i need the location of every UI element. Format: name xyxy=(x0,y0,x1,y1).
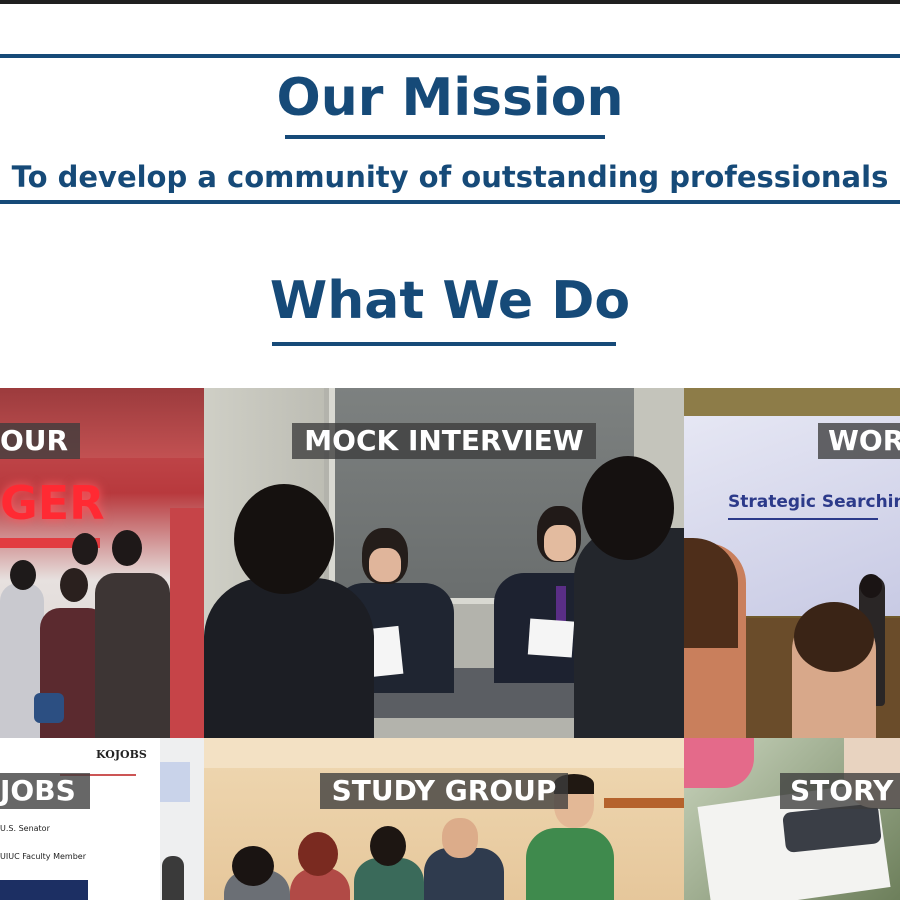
doc-line-1: U.S. Senator xyxy=(0,824,50,833)
top-border xyxy=(0,0,900,4)
tile-label-jobs: JOBS xyxy=(0,773,90,809)
what-we-do-underline xyxy=(272,342,616,346)
tile-label-study-group: STUDY GROUP xyxy=(320,773,568,809)
mission-section: Our Mission To develop a community of ou… xyxy=(0,54,900,204)
mission-tagline: To develop a community of outstanding pr… xyxy=(11,160,889,194)
sign-text: GER xyxy=(0,476,105,530)
tile-mock-interview[interactable]: MOCK INTERVIEW xyxy=(204,388,684,738)
tile-workshop[interactable]: Strategic Searching WOR xyxy=(684,388,900,738)
jobs-photo: KOJOBS U.S. Senator UIUC Faculty Member xyxy=(0,738,204,900)
kojobs-logo: KOJOBS xyxy=(96,748,147,761)
doc-line-2: UIUC Faculty Member xyxy=(0,852,86,861)
mission-title: Our Mission xyxy=(276,68,624,128)
tile-tour[interactable]: GER OUR xyxy=(0,388,204,738)
study-group-photo xyxy=(204,738,684,900)
tile-study-group[interactable]: STUDY GROUP xyxy=(204,738,684,900)
what-we-do-title: What We Do xyxy=(269,271,631,331)
tile-jobs[interactable]: KOJOBS U.S. Senator UIUC Faculty Member … xyxy=(0,738,204,900)
tile-label-tour: OUR xyxy=(0,423,80,459)
tile-label-story: STORY xyxy=(780,773,900,809)
tile-label-workshop: WOR xyxy=(818,423,900,459)
mission-title-underline xyxy=(285,135,605,139)
tile-label-mock-interview: MOCK INTERVIEW xyxy=(292,423,596,459)
tile-story[interactable]: STORY xyxy=(684,738,900,900)
story-photo xyxy=(684,738,900,900)
